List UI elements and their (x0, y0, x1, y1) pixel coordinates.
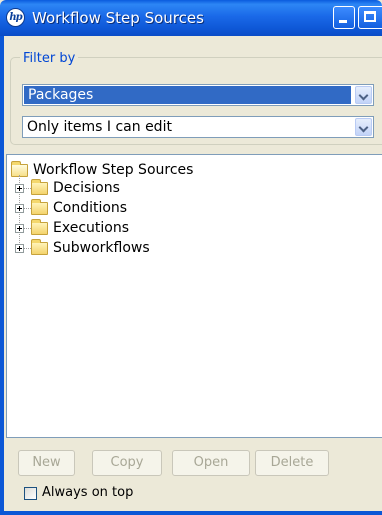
always-on-top-checkbox[interactable] (24, 487, 37, 500)
tree-item-label: Conditions (53, 200, 128, 216)
tree-root-label: Workflow Step Sources (33, 162, 194, 178)
folder-icon (31, 178, 48, 195)
tree-root[interactable]: Workflow Step Sources (11, 160, 193, 180)
folder-icon (31, 238, 48, 255)
package-type-value: Packages (24, 86, 351, 104)
minimize-button[interactable] (333, 6, 355, 29)
delete-button[interactable]: Delete (255, 450, 329, 476)
tree-item-label: Executions (53, 220, 129, 236)
tree-item[interactable]: Subworkflows (31, 238, 150, 258)
folder-icon (31, 218, 48, 235)
copy-button[interactable]: Copy (92, 450, 162, 476)
tree-item[interactable]: Conditions (31, 198, 127, 218)
scope-select[interactable]: Only items I can edit (22, 116, 374, 138)
chevron-down-icon[interactable] (355, 118, 372, 136)
title-bar[interactable]: hp Workflow Step Sources (0, 0, 382, 36)
expand-icon[interactable] (15, 224, 24, 233)
package-type-select[interactable]: Packages (22, 84, 374, 106)
expand-icon[interactable] (15, 204, 24, 213)
open-button[interactable]: Open (172, 450, 250, 476)
tree-item-label: Decisions (53, 180, 120, 196)
maximize-button[interactable] (358, 6, 382, 29)
folder-icon (31, 198, 48, 215)
new-button[interactable]: New (18, 450, 75, 476)
expand-icon[interactable] (15, 244, 24, 253)
filter-legend: Filter by (20, 51, 79, 66)
tree-item[interactable]: Decisions (31, 178, 120, 198)
hp-logo-icon: hp (6, 8, 25, 27)
window-border-left (0, 36, 4, 515)
chevron-down-icon[interactable] (355, 86, 372, 104)
always-on-top-label[interactable]: Always on top (42, 485, 133, 500)
expand-icon[interactable] (15, 184, 24, 193)
scope-value: Only items I can edit (27, 119, 172, 135)
window-border-bottom (0, 511, 382, 515)
tree-item[interactable]: Executions (31, 218, 129, 238)
tree-item-label: Subworkflows (53, 240, 150, 256)
window-title: Workflow Step Sources (32, 9, 204, 27)
tree-view[interactable]: Workflow Step Sources Decisions Conditio… (6, 154, 382, 438)
